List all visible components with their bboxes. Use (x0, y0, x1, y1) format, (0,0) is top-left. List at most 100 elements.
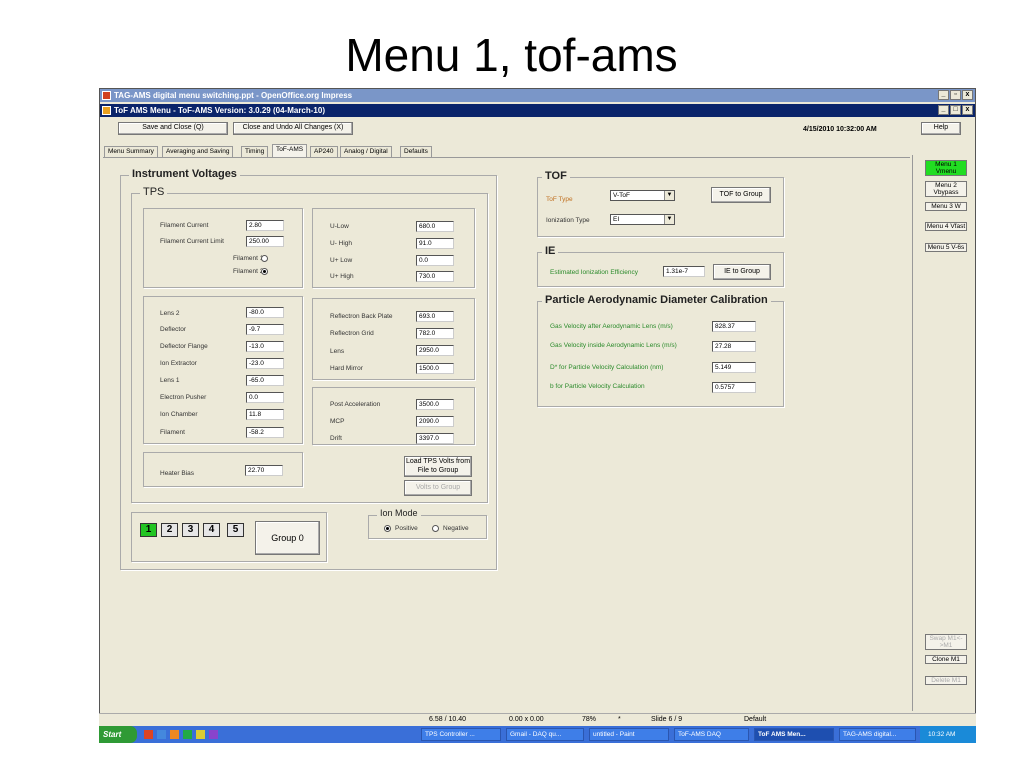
u-plus-high-field[interactable]: 730.0 (416, 271, 454, 282)
quick-launch-icon[interactable] (209, 730, 218, 739)
inner-minimize-button[interactable]: _ (938, 105, 949, 115)
delete-button[interactable]: Delete M1 (925, 676, 967, 686)
ion-chamber-field[interactable]: 11.8 (246, 409, 284, 420)
quick-launch-icon[interactable] (170, 730, 179, 739)
tab-defaults[interactable]: Defaults (400, 146, 432, 157)
deflector-flange-field[interactable]: -13.0 (246, 341, 284, 352)
quick-launch-icon[interactable] (144, 730, 153, 739)
negative-radio[interactable] (432, 525, 439, 532)
lens2-field[interactable]: -80.0 (246, 307, 284, 318)
quick-launch-icon[interactable] (157, 730, 166, 739)
filament-field[interactable]: -58.2 (246, 427, 284, 438)
lens-field[interactable]: 2950.0 (416, 345, 454, 356)
restore-button[interactable]: ▫ (950, 90, 961, 100)
filament-current-limit-field[interactable]: 250.00 (246, 236, 284, 247)
menu-4-button[interactable]: Menu 4 Vfast (925, 222, 967, 232)
u-plus-low-label: U+ Low (330, 257, 353, 264)
clone-button[interactable]: Clone M1 (925, 655, 967, 665)
mcp-label: MCP (330, 418, 345, 425)
ionization-type-select[interactable]: EI ▼ (610, 214, 675, 225)
drift-field[interactable]: 3397.0 (416, 433, 454, 444)
filament-current-field[interactable]: 2.80 (246, 220, 284, 231)
tab-menu-summary[interactable]: Menu Summary (104, 146, 158, 157)
post-accel-field[interactable]: 3500.0 (416, 399, 454, 410)
positive-radio[interactable] (384, 525, 391, 532)
padc-title: Particle Aerodynamic Diameter Calibratio… (542, 294, 771, 306)
app-icon (102, 106, 111, 115)
outer-window-title: TAG-AMS digital menu switching.ppt - Ope… (114, 91, 353, 100)
tab-timing[interactable]: Timing (241, 146, 269, 157)
heater-bias-field[interactable]: 22.70 (245, 465, 283, 476)
tab-averaging-saving[interactable]: Averaging and Saving (162, 146, 234, 157)
task-gmail[interactable]: Gmail - DAQ qu... (506, 728, 584, 741)
ion-extractor-field[interactable]: -23.0 (246, 358, 284, 369)
ionization-type-label: Ionization Type (546, 217, 590, 224)
task-tof-ams-menu[interactable]: ToF AMS Men... (754, 728, 834, 741)
filament1-radio[interactable] (261, 255, 268, 262)
help-button[interactable]: Help (921, 122, 961, 135)
tab-analog-digital[interactable]: Analog / Digital (340, 146, 392, 157)
inner-maximize-button[interactable]: □ (950, 105, 961, 115)
inner-title-bar[interactable]: ToF AMS Menu - ToF-AMS Version: 3.0.29 (… (100, 104, 975, 117)
tof-type-select[interactable]: V-ToF ▼ (610, 190, 675, 201)
close-undo-button[interactable]: Close and Undo All Changes (X) (233, 122, 353, 135)
inner-window-title: ToF AMS Menu - ToF-AMS Version: 3.0.29 (… (114, 106, 325, 115)
quick-launch (144, 730, 394, 739)
quick-launch-icon[interactable] (196, 730, 205, 739)
gas-inside-field[interactable]: 27.28 (712, 341, 756, 352)
group-1-button[interactable]: 1 (140, 523, 157, 537)
u-high-label: U- High (330, 240, 353, 247)
tps-title: TPS (140, 186, 168, 198)
quick-launch-icon[interactable] (183, 730, 192, 739)
gas-inside-label: Gas Velocity inside Aerodynamic Lens (m/… (550, 342, 677, 349)
group-2-button[interactable]: 2 (161, 523, 178, 537)
hard-mirror-field[interactable]: 1500.0 (416, 363, 454, 374)
gas-after-field[interactable]: 828.37 (712, 321, 756, 332)
task-tof-ams-daq[interactable]: ToF-AMS DAQ (674, 728, 749, 741)
positive-label: Positive (395, 525, 418, 532)
menu-1-button[interactable]: Menu 1 Vmenu (925, 160, 967, 177)
group-4-button[interactable]: 4 (203, 523, 220, 537)
reflectron-grid-field[interactable]: 782.0 (416, 328, 454, 339)
hard-mirror-label: Hard Mirror (330, 365, 363, 372)
minimize-button[interactable]: _ (938, 90, 949, 100)
swap-button[interactable]: Swap M1<->M1 (925, 634, 967, 651)
deflector-field[interactable]: -9.7 (246, 324, 284, 335)
lens1-field[interactable]: -65.0 (246, 375, 284, 386)
ie-to-group-button[interactable]: IE to Group (713, 264, 771, 280)
group-5-button[interactable]: 5 (227, 523, 244, 537)
close-button[interactable]: x (962, 90, 973, 100)
tab-ap240[interactable]: AP240 (310, 146, 338, 157)
chevron-down-icon[interactable]: ▼ (664, 215, 674, 224)
outer-title-bar[interactable]: TAG-AMS digital menu switching.ppt - Ope… (100, 89, 975, 102)
filament2-radio[interactable] (261, 268, 268, 275)
start-button[interactable]: Start (99, 726, 137, 743)
group-3-button[interactable]: 3 (182, 523, 199, 537)
chevron-down-icon[interactable]: ▼ (664, 191, 674, 200)
save-close-button[interactable]: Save and Close (Q) (118, 122, 228, 135)
filament-label: Filament (160, 429, 185, 436)
ie-title: IE (542, 245, 559, 257)
tof-to-group-button[interactable]: TOF to Group (711, 187, 771, 203)
inner-close-button[interactable]: x (962, 105, 973, 115)
menu-3-button[interactable]: Menu 3 W (925, 202, 967, 212)
tab-tof-ams[interactable]: ToF-AMS (272, 144, 308, 157)
clock: 10:32 AM (928, 731, 956, 738)
u-plus-low-field[interactable]: 0.0 (416, 255, 454, 266)
u-high-field[interactable]: 91.0 (416, 238, 454, 249)
menu-5-button[interactable]: Menu 5 V-6s (925, 243, 967, 253)
task-tps-controller[interactable]: TPS Controller ... (421, 728, 501, 741)
zoom-readout[interactable]: 78% (582, 716, 596, 723)
mcp-field[interactable]: 2090.0 (416, 416, 454, 427)
reflectron-back-field[interactable]: 693.0 (416, 311, 454, 322)
u-low-field[interactable]: 680.0 (416, 221, 454, 232)
task-tag-ams-digital[interactable]: TAG-AMS digital... (839, 728, 916, 741)
b-field[interactable]: 0.5757 (712, 382, 756, 393)
volts-to-group-button[interactable]: Volts to Group (404, 480, 472, 496)
dstar-field[interactable]: 5.149 (712, 362, 756, 373)
menu-2-button[interactable]: Menu 2 Vbypass (925, 181, 967, 198)
load-tps-button[interactable]: Load TPS Volts from File to Group (404, 456, 472, 477)
task-paint[interactable]: untitled - Paint (589, 728, 669, 741)
electron-pusher-field[interactable]: 0.0 (246, 392, 284, 403)
efficiency-field[interactable]: 1.31e-7 (663, 266, 705, 277)
